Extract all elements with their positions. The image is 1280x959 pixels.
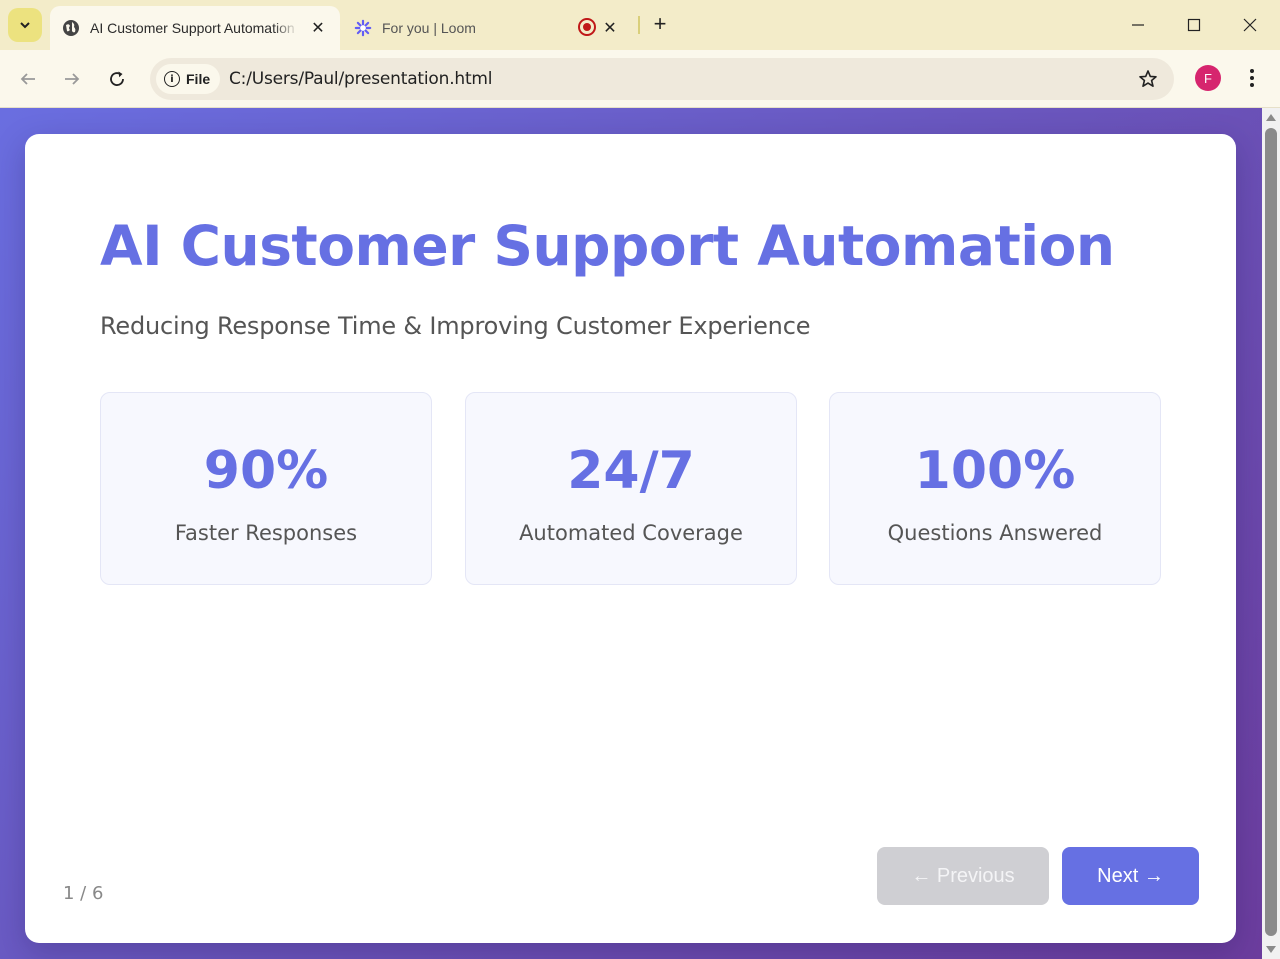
site-info-chip[interactable]: i File	[156, 64, 221, 94]
vertical-scrollbar[interactable]	[1262, 108, 1280, 959]
page-viewport: AI Customer Support Automation Reducing …	[0, 108, 1262, 959]
reload-button[interactable]	[102, 64, 132, 94]
stat-label: Questions Answered	[887, 521, 1103, 545]
star-icon	[1139, 70, 1157, 87]
arrow-left-icon	[20, 73, 35, 85]
minimize-icon	[1132, 24, 1144, 26]
browser-toolbar: i File C:/Users/Paul/presentation.html F	[0, 50, 1280, 108]
tab-strip: AI Customer Support Automation ✕ For you…	[0, 0, 1280, 50]
stat-label: Automated Coverage	[519, 521, 743, 545]
forward-button[interactable]	[57, 64, 87, 94]
previous-button[interactable]: ← Previous	[877, 847, 1049, 905]
slide-subtitle: Reducing Response Time & Improving Custo…	[100, 312, 811, 340]
recording-icon	[578, 18, 596, 36]
stat-value: 24/7	[567, 441, 695, 501]
bookmark-button[interactable]	[1136, 67, 1160, 91]
reload-icon	[110, 71, 124, 86]
loom-icon	[354, 19, 372, 37]
slide-counter: 1 / 6	[63, 883, 104, 904]
tab-title: AI Customer Support Automation	[90, 20, 295, 36]
address-bar[interactable]: i File C:/Users/Paul/presentation.html	[150, 58, 1174, 100]
minimize-button[interactable]	[1118, 8, 1158, 42]
close-window-button[interactable]	[1230, 8, 1270, 42]
globe-icon	[62, 19, 80, 37]
tab-close-icon[interactable]: ✕	[600, 18, 620, 38]
maximize-icon	[1187, 18, 1201, 32]
scroll-down-arrow-icon[interactable]	[1266, 946, 1276, 953]
profile-avatar[interactable]: F	[1195, 65, 1221, 91]
new-tab-button[interactable]: +	[646, 10, 674, 38]
close-icon	[1243, 18, 1257, 32]
url-text[interactable]: C:/Users/Paul/presentation.html	[229, 69, 493, 89]
next-button[interactable]: Next →	[1062, 847, 1199, 905]
stat-card: 100% Questions Answered	[829, 392, 1161, 585]
tab-separator	[638, 16, 640, 34]
stat-value: 100%	[914, 441, 1076, 501]
stat-value: 90%	[203, 441, 329, 501]
tab-active[interactable]: AI Customer Support Automation ✕	[50, 6, 340, 50]
slide-title: AI Customer Support Automation	[100, 214, 1115, 278]
scrollbar-thumb[interactable]	[1265, 128, 1277, 936]
more-vertical-icon	[1250, 69, 1254, 87]
slide-card: AI Customer Support Automation Reducing …	[25, 134, 1236, 943]
chevron-down-icon	[20, 22, 30, 29]
tab-title: For you | Loom	[382, 20, 476, 36]
tab-close-icon[interactable]: ✕	[308, 18, 328, 38]
stat-card: 24/7 Automated Coverage	[465, 392, 797, 585]
site-info-label: File	[186, 71, 211, 87]
back-button[interactable]	[13, 64, 43, 94]
tab-search-button[interactable]	[8, 8, 42, 42]
stat-card: 90% Faster Responses	[100, 392, 432, 585]
info-icon: i	[164, 71, 180, 87]
scroll-up-arrow-icon[interactable]	[1266, 114, 1276, 121]
tab-loom[interactable]: For you | Loom ✕	[342, 6, 632, 50]
maximize-button[interactable]	[1174, 8, 1214, 42]
browser-menu-button[interactable]	[1240, 64, 1264, 92]
arrow-right-icon	[65, 73, 80, 85]
stat-label: Faster Responses	[174, 521, 358, 545]
